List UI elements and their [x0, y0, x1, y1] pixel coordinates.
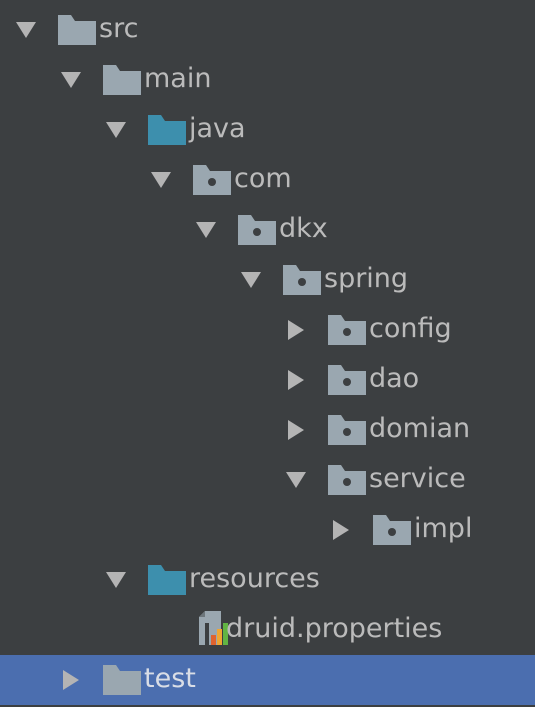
package-icon	[328, 415, 366, 445]
source-root-folder-icon	[148, 115, 186, 145]
tree-item-label: service	[369, 463, 466, 494]
folder-icon	[103, 65, 141, 95]
tree-row-spring[interactable]: spring	[0, 255, 535, 305]
package-icon	[283, 265, 321, 295]
tree-row-resources[interactable]: resources	[0, 555, 535, 605]
folder-icon	[103, 665, 141, 695]
tree-row-com[interactable]: com	[0, 155, 535, 205]
tree-row-test[interactable]: test	[0, 655, 535, 705]
folder-icon	[58, 15, 96, 45]
collapsed-arrow-icon[interactable]	[285, 320, 307, 340]
tree-item-label: spring	[324, 263, 409, 294]
expanded-arrow-icon[interactable]	[285, 470, 307, 490]
tree-item-label: domian	[369, 413, 471, 444]
collapsed-arrow-icon[interactable]	[60, 670, 82, 690]
package-icon	[193, 165, 231, 195]
tree-row-domian[interactable]: domian	[0, 405, 535, 455]
tree-item-label: main	[144, 63, 212, 94]
tree-item-label: dao	[369, 363, 420, 394]
tree-row-service[interactable]: service	[0, 455, 535, 505]
tree-row-druid-properties[interactable]: druid.properties	[0, 605, 535, 655]
tree-row-java[interactable]: java	[0, 105, 535, 155]
tree-item-label: config	[369, 313, 452, 344]
package-icon	[328, 465, 366, 495]
collapsed-arrow-icon[interactable]	[285, 420, 307, 440]
expanded-arrow-icon[interactable]	[15, 20, 37, 40]
tree-item-label: test	[144, 663, 196, 694]
collapsed-arrow-icon[interactable]	[330, 520, 352, 540]
tree-row-dkx[interactable]: dkx	[0, 205, 535, 255]
tree-item-label: druid.properties	[226, 613, 443, 644]
tree-item-label: java	[189, 113, 246, 144]
collapsed-arrow-icon[interactable]	[285, 370, 307, 390]
tree-item-label: impl	[414, 513, 473, 544]
tree-row-impl[interactable]: impl	[0, 505, 535, 555]
project-tree: src main java com dkx spring config dao domian se…	[0, 0, 535, 707]
resources-root-folder-icon	[148, 565, 186, 595]
expanded-arrow-icon[interactable]	[150, 170, 172, 190]
package-icon	[328, 365, 366, 395]
tree-item-label: resources	[189, 563, 320, 594]
tree-row-main[interactable]: main	[0, 55, 535, 105]
tree-row-config[interactable]: config	[0, 305, 535, 355]
tree-row-dao[interactable]: dao	[0, 355, 535, 405]
expanded-arrow-icon[interactable]	[60, 70, 82, 90]
expanded-arrow-icon[interactable]	[195, 220, 217, 240]
expanded-arrow-icon[interactable]	[105, 570, 127, 590]
package-icon	[238, 215, 276, 245]
expanded-arrow-icon[interactable]	[105, 120, 127, 140]
package-icon	[328, 315, 366, 345]
tree-item-label: dkx	[279, 213, 328, 244]
expanded-arrow-icon[interactable]	[240, 270, 262, 290]
tree-item-label: src	[99, 13, 139, 44]
package-icon	[373, 515, 411, 545]
tree-row-src[interactable]: src	[0, 5, 535, 55]
tree-item-label: com	[234, 163, 292, 194]
